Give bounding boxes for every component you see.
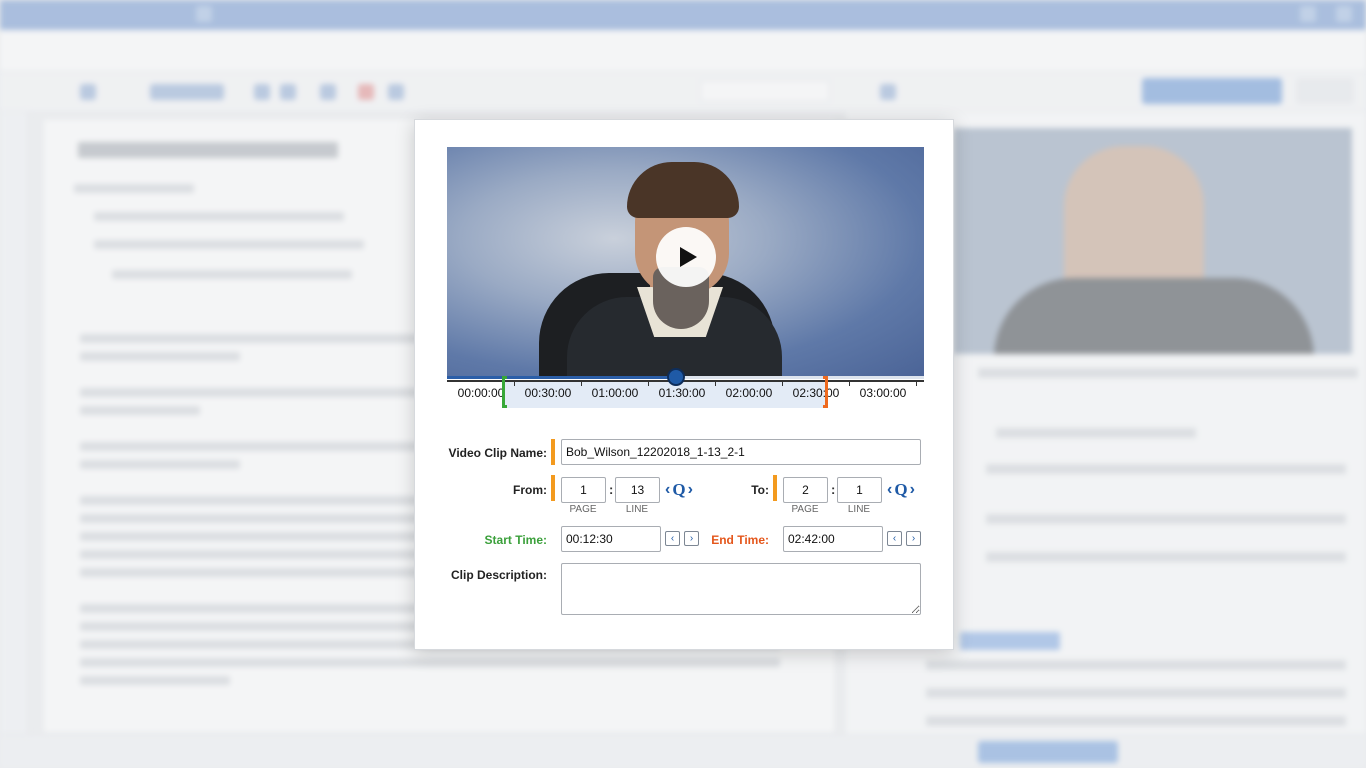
timeline-label: 01:00:00 — [591, 386, 639, 400]
from-quick-nav: ‹ Q › — [665, 480, 693, 500]
timeline-label: 02:00:00 — [725, 386, 773, 400]
clip-name-input[interactable] — [561, 439, 921, 465]
required-marker — [551, 439, 555, 465]
to-line-input[interactable] — [837, 477, 882, 503]
video-player[interactable] — [447, 147, 924, 376]
to-next-icon[interactable]: › — [910, 482, 915, 498]
end-time-input[interactable] — [783, 526, 883, 552]
from-label: From: — [513, 483, 547, 497]
timeline-label: 01:30:00 — [658, 386, 706, 400]
clip-description-label: Clip Description: — [450, 568, 547, 582]
to-query-icon[interactable]: Q — [894, 480, 907, 500]
timeline-tick — [648, 380, 649, 386]
from-prev-icon[interactable]: ‹ — [665, 482, 670, 498]
play-icon — [680, 247, 697, 267]
timeline-progress — [447, 376, 676, 379]
required-marker — [551, 475, 555, 501]
from-page-input[interactable] — [561, 477, 606, 503]
to-prev-icon[interactable]: ‹ — [887, 482, 892, 498]
timeline-label: 00:30:00 — [524, 386, 572, 400]
from-line-input[interactable] — [615, 477, 660, 503]
timeline-label: 00:00:00 — [457, 386, 505, 400]
timeline-tick — [514, 380, 515, 386]
end-time-increment-icon[interactable]: › — [906, 531, 921, 546]
required-marker — [773, 475, 777, 501]
timeline-tick — [715, 380, 716, 386]
timeline-label: 03:00:00 — [859, 386, 907, 400]
timeline-label: 02:30:00 — [792, 386, 840, 400]
timeline-tick — [849, 380, 850, 386]
clip-description-input[interactable] — [561, 563, 921, 615]
clip-name-label: Video Clip Name: — [448, 446, 547, 460]
start-time-increment-icon[interactable]: › — [684, 531, 699, 546]
video-timeline[interactable]: 00:00:00 00:30:00 01:00:00 01:30:00 02:00:00… — [447, 368, 924, 410]
from-query-icon[interactable]: Q — [672, 480, 685, 500]
start-time-decrement-icon[interactable]: ‹ — [665, 531, 680, 546]
end-time-decrement-icon[interactable]: ‹ — [887, 531, 902, 546]
to-quick-nav: ‹ Q › — [887, 480, 915, 500]
timeline-tick — [782, 380, 783, 386]
playhead-handle[interactable] — [667, 368, 685, 386]
start-time-label: Start Time: — [484, 533, 547, 547]
from-next-icon[interactable]: › — [688, 482, 693, 498]
clip-end-marker[interactable] — [823, 376, 828, 408]
video-clip-dialog: 00:00:00 00:30:00 01:00:00 01:30:00 02:00:00… — [414, 119, 954, 650]
play-button[interactable] — [656, 227, 716, 287]
to-label: To: — [751, 483, 769, 497]
end-time-label: End Time: — [711, 533, 769, 547]
to-line-sublabel: LINE — [847, 504, 871, 515]
start-time-input[interactable] — [561, 526, 661, 552]
timeline-tick — [916, 380, 917, 386]
timeline-tick — [581, 380, 582, 386]
from-page-sublabel: PAGE — [569, 504, 597, 515]
from-line-sublabel: LINE — [625, 504, 649, 515]
to-page-input[interactable] — [783, 477, 828, 503]
to-colon: : — [831, 482, 836, 497]
from-colon: : — [609, 482, 614, 497]
clip-start-marker[interactable] — [502, 376, 507, 408]
to-page-sublabel: PAGE — [791, 504, 819, 515]
